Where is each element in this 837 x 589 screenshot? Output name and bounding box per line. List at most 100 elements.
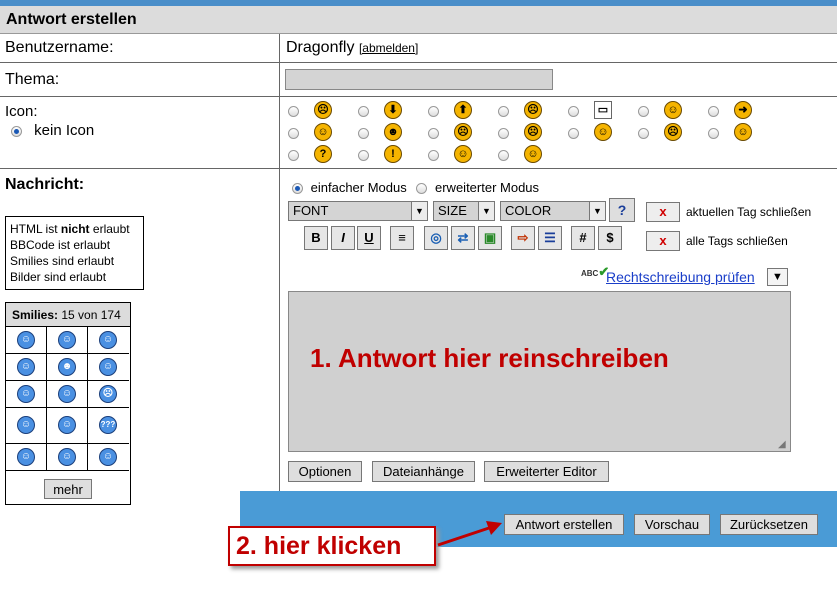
icon-option[interactable]: ☹ <box>288 101 348 121</box>
icon-option[interactable]: ☹ <box>638 123 698 143</box>
icon-option[interactable]: ☺ <box>568 123 628 143</box>
icon-option[interactable]: ☹ <box>498 101 558 121</box>
permissions-box: HTML ist nicht erlaubt BBCode ist erlaub… <box>5 216 144 290</box>
size-select[interactable]: SIZE ▼ <box>433 201 495 221</box>
smiley-cell[interactable]: ☻ <box>47 354 88 381</box>
document-icon: ▭ <box>594 101 612 119</box>
html-rule-bold: nicht <box>60 222 90 236</box>
spellcheck-dropdown[interactable]: ▼ <box>767 268 788 286</box>
smiley-cell[interactable]: ☺ <box>47 327 88 354</box>
lightbulb-icon: ☻ <box>384 123 402 141</box>
smiley-cell[interactable]: ☺ <box>88 444 129 471</box>
icon-option[interactable]: ? <box>288 145 348 165</box>
preview-button[interactable]: Vorschau <box>634 514 710 535</box>
simple-mode-radio[interactable] <box>292 183 303 195</box>
annotation-write-here: 1. Antwort hier reinschreiben <box>310 343 669 373</box>
smiley-cell[interactable]: ☺ <box>47 444 88 471</box>
grin-icon: ☺ <box>17 331 35 349</box>
advanced-mode-radio[interactable] <box>416 183 428 195</box>
quote-button[interactable]: ⇨ <box>511 226 535 250</box>
smiley-cell[interactable]: ☺ <box>6 444 47 471</box>
smile-icon: ☺ <box>17 358 35 376</box>
exclamation-icon: ! <box>384 145 402 163</box>
icon-option[interactable]: ☺ <box>638 101 698 121</box>
smiley-cell[interactable]: ☺ <box>88 327 129 354</box>
frown-icon: ☹ <box>314 101 332 119</box>
grin-icon: ☺ <box>594 123 612 141</box>
more-smilies-button[interactable]: mehr <box>44 479 92 499</box>
icon-option[interactable]: ☻ <box>358 123 418 143</box>
smiley-cell[interactable]: ☺ <box>47 381 88 408</box>
image-button[interactable]: ▣ <box>478 226 502 250</box>
code-button[interactable]: # <box>571 226 595 250</box>
swap-button[interactable]: ⇄ <box>451 226 475 250</box>
arrow-right-icon: ➜ <box>734 101 752 119</box>
resize-handle-icon[interactable]: ◢ <box>778 439 786 450</box>
icon-option[interactable]: ☺ <box>288 123 348 143</box>
spellcheck-link[interactable]: Rechtschreibung prüfen <box>606 269 755 285</box>
smile-icon: ☺ <box>664 101 682 119</box>
italic-button[interactable]: I <box>331 226 355 250</box>
callout-text: 2. hier klicken <box>236 532 402 560</box>
smilies-count: 15 von 174 <box>61 308 121 322</box>
smiley-cell[interactable]: ☺ <box>88 354 129 381</box>
smiley-cell[interactable]: ☺ <box>6 381 47 408</box>
surprised-icon: ☺ <box>58 416 76 434</box>
php-button[interactable]: $ <box>598 226 622 250</box>
topic-input[interactable] <box>285 69 553 90</box>
icon-option[interactable]: ! <box>358 145 418 165</box>
no-icon-radio[interactable] <box>11 125 22 137</box>
submit-reply-button[interactable]: Antwort erstellen <box>504 514 624 535</box>
align-center-button[interactable]: ≡ <box>390 226 414 250</box>
topic-label: Thema: <box>0 63 280 96</box>
color-select[interactable]: COLOR ▼ <box>500 201 606 221</box>
icon-label-cell: Icon: kein Icon <box>0 97 280 168</box>
help-button[interactable]: ? <box>609 198 635 222</box>
close-all-tags-label: alle Tags schließen <box>686 234 788 248</box>
chevron-down-icon: ▼ <box>772 271 783 283</box>
attachments-button[interactable]: Dateianhänge <box>372 461 475 482</box>
logout-link[interactable]: [abmelden] <box>359 41 418 55</box>
bold-button[interactable]: B <box>304 226 328 250</box>
smiley-cell[interactable]: ☺ <box>6 354 47 381</box>
icon-option[interactable]: ☹ <box>498 123 558 143</box>
close-tag-button[interactable]: x <box>646 202 680 222</box>
icon-label: Icon: <box>5 103 38 120</box>
callout-arrow-icon <box>437 521 502 547</box>
callout-box: 2. hier klicken <box>228 526 436 566</box>
underline-button[interactable]: U <box>357 226 381 250</box>
laugh-icon: ☺ <box>58 331 76 349</box>
advanced-editor-button[interactable]: Erweiterter Editor <box>484 461 609 482</box>
close-all-tags-button[interactable]: x <box>646 231 680 251</box>
smiley-cell[interactable]: ☺ <box>47 408 88 444</box>
laugh-icon: ☺ <box>734 123 752 141</box>
icon-option[interactable]: ⬇ <box>358 101 418 121</box>
list-button[interactable]: ☰ <box>538 226 562 250</box>
icon-option[interactable]: ☺ <box>708 123 768 143</box>
scared-icon: ☺ <box>99 448 117 466</box>
smiley-cell[interactable]: ☹ <box>88 381 129 408</box>
advanced-mode-label: erweiterter Modus <box>435 180 540 195</box>
username-cell: Dragonfly [abmelden] <box>281 34 837 62</box>
link-globe-button[interactable]: ◎ <box>424 226 448 250</box>
smile-icon: ☺ <box>314 123 332 141</box>
arrow-down-icon: ⬇ <box>384 101 402 119</box>
icon-option[interactable]: ▭ <box>568 101 628 121</box>
icon-option[interactable]: ☹ <box>428 123 488 143</box>
reset-button[interactable]: Zurücksetzen <box>720 514 818 535</box>
icon-option[interactable]: ➜ <box>708 101 768 121</box>
smiley-cell[interactable]: ☺ <box>6 408 47 444</box>
icon-option[interactable]: ☺ <box>498 145 558 165</box>
icon-option[interactable]: ☺ <box>428 145 488 165</box>
options-button[interactable]: Optionen <box>288 461 362 482</box>
confused-icon: ??? <box>99 416 117 434</box>
icon-option[interactable]: ⬆ <box>428 101 488 121</box>
smiley-cell[interactable]: ??? <box>88 408 129 444</box>
chevron-down-icon: ▼ <box>478 202 494 220</box>
smiley-cell[interactable]: ☺ <box>6 327 47 354</box>
html-rule-post: erlaubt <box>89 222 130 236</box>
font-select[interactable]: FONT ▼ <box>288 201 428 221</box>
arrow-up-icon: ⬆ <box>454 101 472 119</box>
close-tag-label: aktuellen Tag schließen <box>686 205 812 219</box>
simple-mode-label: einfacher Modus <box>310 180 407 195</box>
